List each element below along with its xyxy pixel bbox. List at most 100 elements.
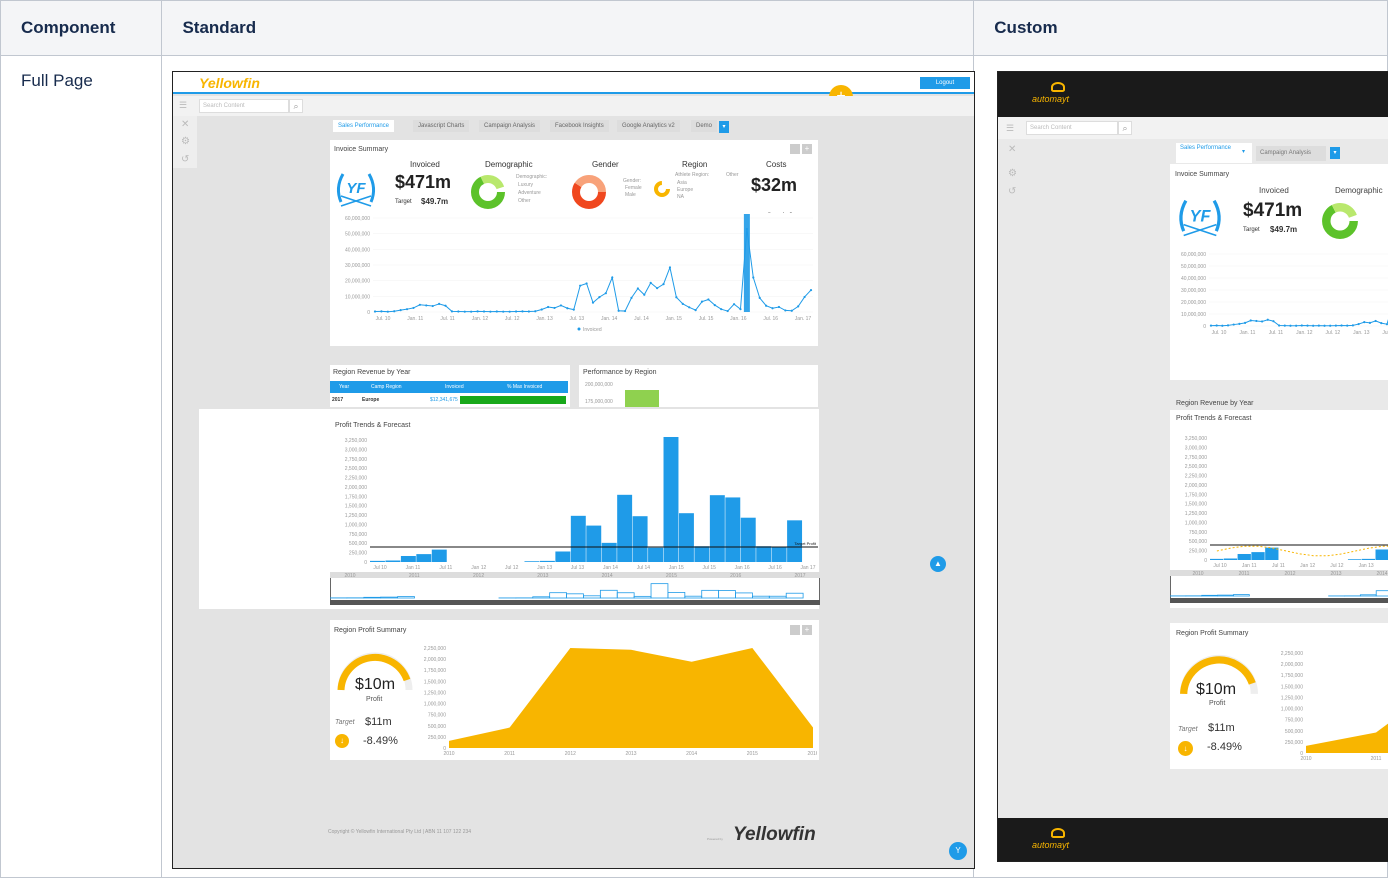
invoiced-point <box>1278 324 1280 326</box>
custom-profit-value: $10m <box>1196 681 1236 699</box>
panel-add-icon[interactable]: + <box>802 144 812 154</box>
search-input[interactable]: Search Content <box>199 99 289 113</box>
invoiced-point <box>457 310 459 312</box>
custom-close-icon[interactable]: ✕ <box>1008 144 1016 155</box>
gender-legend-title: Gender: <box>623 178 641 184</box>
invoice-x-tick: Jul. 13 <box>569 316 584 322</box>
custom-history-icon[interactable]: ↺ <box>1008 186 1016 197</box>
logout-button[interactable]: Logout <box>920 77 970 89</box>
tab-demo[interactable]: Demo <box>691 120 717 132</box>
region-donut <box>653 180 671 198</box>
costs-label: Costs <box>766 160 786 169</box>
invoice-x-tick: Jan. 11 <box>1239 330 1255 336</box>
legend-marker <box>578 328 581 331</box>
custom-area-y-tick: 2,250,000 <box>1281 651 1303 657</box>
profit-y-tick: 2,500,000 <box>345 466 367 472</box>
custom-gear-icon[interactable]: ⚙ <box>1008 168 1017 179</box>
custom-tab-sales-dropdown[interactable]: ▾ <box>1242 148 1245 155</box>
tab-javascript-charts[interactable]: Javascript Charts <box>413 120 469 132</box>
profit-change: -8.49% <box>363 735 398 747</box>
tab-sales-performance[interactable]: Sales Performance <box>333 120 394 132</box>
custom-tab-campaign[interactable]: Campaign Analysis <box>1256 146 1326 161</box>
profit-x-tick: Jul 12 <box>1330 563 1344 569</box>
invoice-y-tick: 20,000,000 <box>1181 300 1206 306</box>
profit-bar <box>1376 549 1388 560</box>
profit-trends-title: Profit Trends & Forecast <box>335 422 410 429</box>
invoiced-target-label: Target <box>395 199 412 205</box>
gender-donut <box>571 174 607 210</box>
invoice-y-tick: 30,000,000 <box>1181 288 1206 294</box>
custom-search-input[interactable]: Search Content <box>1026 121 1118 135</box>
profit-target-value: $11m <box>365 716 392 728</box>
profit-bar <box>432 550 447 562</box>
area-x-tick: 2013 <box>625 751 636 757</box>
custom-demographic-donut <box>1321 202 1359 240</box>
invoice-x-tick: Jan. 12 <box>472 316 489 322</box>
history-icon[interactable]: ↺ <box>181 154 189 165</box>
region-profit-title: Region Profit Summary <box>334 627 406 634</box>
custom-profit-range-navigator[interactable]: 20102011201220132014 <box>1170 570 1388 608</box>
invoiced-point <box>1238 323 1240 325</box>
panel-menu-icon[interactable] <box>790 144 800 154</box>
profit-range-navigator[interactable]: 20102011201220132014201520162017 <box>330 572 820 608</box>
invoiced-point <box>553 307 555 309</box>
search-icon[interactable]: ⌕ <box>289 99 303 113</box>
footer-yellowfin-logo[interactable]: Yellowfin <box>733 824 816 846</box>
invoiced-point <box>759 297 761 299</box>
profit-bar <box>694 546 709 562</box>
automayt-footer-logo: automayt <box>1032 840 1069 850</box>
custom-search-icon[interactable]: ⌕ <box>1118 121 1132 135</box>
region-panel-add-icon[interactable]: + <box>802 625 812 635</box>
invoiced-point <box>1272 320 1274 322</box>
invoiced-point <box>598 296 600 298</box>
scroll-up-icon[interactable]: ▲ <box>930 556 946 572</box>
invoiced-point <box>521 310 523 312</box>
navigator-scrollbar <box>1170 598 1388 603</box>
custom-tab-more[interactable]: ▾ <box>1330 147 1340 159</box>
profit-bar <box>540 561 555 562</box>
svg-text:YF: YF <box>1190 207 1212 225</box>
custom-profit-trends-title: Profit Trends & Forecast <box>1176 415 1251 422</box>
invoiced-point <box>720 308 722 310</box>
tab-facebook-insights[interactable]: Facebook Insights <box>550 120 609 132</box>
profit-y-tick: 3,250,000 <box>345 438 367 444</box>
invoiced-point <box>650 282 652 284</box>
close-icon[interactable]: ✕ <box>181 119 189 130</box>
invoice-x-tick: Jul. 11 <box>1269 330 1284 336</box>
menu-icon[interactable]: ☰ <box>179 100 187 111</box>
custom-tab-sales[interactable]: Sales Performance <box>1176 143 1252 163</box>
invoiced-point <box>534 310 536 312</box>
invoiced-point <box>1335 325 1337 327</box>
navigator-bar <box>1202 595 1218 596</box>
invoiced-point <box>1233 323 1235 325</box>
help-button[interactable]: Y <box>949 842 967 860</box>
invoice-x-tick: Jan. 14 <box>601 316 618 322</box>
profit-y-tick: 2,750,000 <box>1185 455 1207 461</box>
profit-y-tick: 2,000,000 <box>1185 483 1207 489</box>
profit-bar <box>555 551 570 562</box>
tab-google-analytics[interactable]: Google Analytics v2 <box>617 120 680 132</box>
custom-menu-icon[interactable]: ☰ <box>1006 123 1014 134</box>
col-max-invoiced: % Max Invoiced <box>507 384 542 390</box>
automayt-logo[interactable]: automayt <box>1032 94 1069 104</box>
profit-y-tick: 250,000 <box>1189 549 1207 555</box>
yellowfin-logo[interactable]: Yellowfin <box>199 75 260 91</box>
profit-bar <box>401 556 416 562</box>
navigator-year-label: 2012 <box>473 573 484 579</box>
col-invoiced: Invoiced <box>445 384 464 390</box>
invoiced-point <box>675 296 677 298</box>
profit-y-tick: 0 <box>364 560 367 566</box>
tab-more-button[interactable]: ▾ <box>719 121 729 133</box>
region-panel-menu-icon[interactable] <box>790 625 800 635</box>
demographic-legend-luxury: Luxury <box>518 182 533 188</box>
tab-campaign-analysis[interactable]: Campaign Analysis <box>479 120 540 132</box>
area-y-tick: 250,000 <box>428 735 446 741</box>
invoiced-point <box>1227 324 1229 326</box>
invoiced-point <box>624 310 626 312</box>
region-legend-na: NA <box>677 194 684 200</box>
invoiced-point <box>637 287 639 289</box>
invoice-x-tick: Jul. 14 <box>634 316 649 322</box>
invoiced-point <box>1369 322 1371 324</box>
row-label-full-page: Full Page <box>1 56 162 878</box>
gear-icon[interactable]: ⚙ <box>181 136 190 147</box>
